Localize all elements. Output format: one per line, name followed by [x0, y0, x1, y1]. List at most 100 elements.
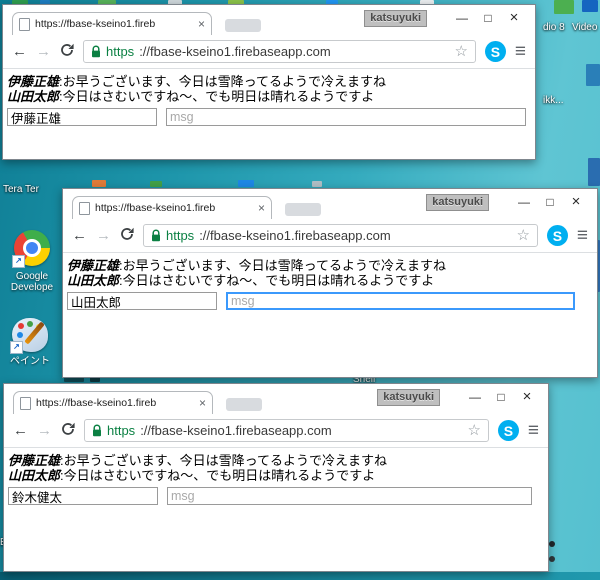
browser-tab[interactable]: https://fbase-kseino1.fireb × — [72, 196, 272, 219]
forward-button[interactable]: → — [36, 44, 51, 59]
maximize-button[interactable]: □ — [537, 192, 563, 212]
new-tab-button[interactable] — [285, 203, 321, 216]
reload-button[interactable] — [61, 422, 75, 439]
browser-toolbar: ← → https ://fbase-kseino1.firebaseapp.co… — [3, 35, 535, 69]
desktop-label-studio: dio 8 — [543, 22, 565, 33]
desktop-icon-fragment — [312, 181, 322, 187]
url-scheme: https — [106, 44, 135, 59]
browser-window-3: https://fbase-kseino1.fireb × katsuyuki … — [3, 383, 549, 572]
chat-text: 今日はさむいですね～、でも明日は晴れるようですよ — [63, 468, 376, 483]
desktop: Tera Ter ↗ Google Develope ↗ ペイント Shell … — [0, 0, 600, 580]
tab-title: https://fbase-kseino1.fireb — [35, 18, 156, 30]
desktop-icon-fragment — [588, 158, 600, 186]
back-button[interactable]: ← — [13, 423, 28, 438]
minimize-button[interactable]: — — [449, 8, 475, 28]
bookmark-star-icon[interactable]: ☆ — [516, 228, 529, 243]
chat-text: お早うございます、今日は雪降ってるようで冷えますね — [62, 74, 386, 89]
browser-tab[interactable]: https://fbase-kseino1.fireb × — [12, 12, 212, 35]
back-button[interactable]: ← — [72, 228, 87, 243]
chrome-shortcut-icon[interactable]: ↗ — [12, 230, 50, 268]
skype-extension-icon[interactable]: S — [484, 41, 506, 62]
https-lock-icon — [152, 229, 160, 242]
tab-close-icon[interactable]: × — [199, 397, 206, 409]
page-content: 伊藤正雄:お早うございます、今日は雪降ってるようで冷えますね 山田太郎:今日はさ… — [3, 69, 535, 126]
new-tab-button[interactable] — [225, 19, 261, 32]
minimize-button[interactable]: — — [511, 192, 537, 212]
address-bar[interactable]: https ://fbase-kseino1.firebaseapp.com ☆ — [143, 224, 538, 247]
chat-message: 山田太郎:今日はさむいですね～、でも明日は晴れるようですよ — [67, 273, 593, 288]
message-input[interactable] — [167, 487, 532, 505]
bookmark-star-icon[interactable]: ☆ — [467, 423, 480, 438]
tab-close-icon[interactable]: × — [198, 18, 205, 30]
page-favicon-icon — [19, 17, 30, 31]
page-content: 伊藤正雄:お早うございます、今日は雪降ってるようで冷えますね 山田太郎:今日はさ… — [4, 448, 548, 505]
close-button[interactable]: × — [514, 387, 540, 407]
user-badge: katsuyuki — [377, 388, 440, 406]
user-badge: katsuyuki — [364, 9, 427, 27]
skype-extension-icon[interactable]: S — [546, 225, 568, 246]
chat-sender: 山田太郎 — [7, 89, 60, 104]
skype-extension-icon[interactable]: S — [497, 420, 519, 441]
desktop-label-line: Develope — [10, 282, 54, 293]
chat-message: 伊藤正雄:お早うございます、今日は雪降ってるようで冷えますね — [8, 453, 544, 468]
titlebar[interactable]: https://fbase-kseino1.fireb × katsuyuki … — [63, 189, 597, 219]
desktop-bottom-strip — [0, 572, 600, 580]
name-input[interactable] — [7, 108, 157, 126]
bookmark-star-icon[interactable]: ☆ — [454, 44, 467, 59]
chrome-menu-icon[interactable]: ≡ — [528, 421, 539, 440]
titlebar[interactable]: https://fbase-kseino1.fireb × katsuyuki … — [4, 384, 548, 414]
url-scheme: https — [166, 228, 195, 243]
maximize-button[interactable]: □ — [488, 387, 514, 407]
desktop-label-line: Google — [15, 271, 49, 282]
desktop-icon-fragment — [150, 181, 162, 187]
new-tab-button[interactable] — [226, 398, 262, 411]
browser-window-1: https://fbase-kseino1.fireb × katsuyuki … — [2, 4, 536, 160]
chrome-menu-icon[interactable]: ≡ — [515, 42, 526, 61]
name-input[interactable] — [67, 292, 217, 310]
browser-tab[interactable]: https://fbase-kseino1.fireb × — [13, 391, 213, 414]
forward-button[interactable]: → — [37, 423, 52, 438]
page-favicon-icon — [20, 396, 31, 410]
maximize-button[interactable]: □ — [475, 8, 501, 28]
desktop-label-video: Video — [572, 22, 598, 33]
reload-icon — [121, 227, 134, 240]
titlebar[interactable]: https://fbase-kseino1.fireb × katsuyuki … — [3, 5, 535, 35]
tab-close-icon[interactable]: × — [258, 202, 265, 214]
desktop-icon-fragment — [549, 541, 555, 547]
chat-message: 山田太郎:今日はさむいですね～、でも明日は晴れるようですよ — [8, 468, 544, 483]
message-input[interactable] — [166, 108, 526, 126]
reload-button[interactable] — [120, 227, 134, 244]
browser-window-2: https://fbase-kseino1.fireb × katsuyuki … — [62, 188, 598, 378]
message-input[interactable] — [226, 292, 575, 310]
page-content: 伊藤正雄:お早うございます、今日は雪降ってるようで冷えますね 山田太郎:今日はさ… — [63, 253, 597, 310]
close-button[interactable]: × — [501, 8, 527, 28]
desktop-label-ikk: ikk... — [543, 95, 564, 106]
chat-text: お早うございます、今日は雪降ってるようで冷えますね — [63, 453, 387, 468]
address-bar[interactable]: https://fbase-kseino1.firebaseapp.com ☆ — [84, 419, 489, 442]
browser-toolbar: ← → https ://fbase-kseino1.firebaseapp.co… — [63, 219, 597, 253]
name-input[interactable] — [8, 487, 158, 505]
forward-button[interactable]: → — [96, 228, 111, 243]
tab-title: https://fbase-kseino1.fireb — [36, 397, 157, 409]
user-badge: katsuyuki — [426, 193, 489, 211]
reload-button[interactable] — [60, 43, 74, 60]
back-button[interactable]: ← — [12, 44, 27, 59]
page-favicon-icon — [79, 201, 90, 215]
chat-sender: 伊藤正雄 — [8, 453, 61, 468]
minimize-button[interactable]: — — [462, 387, 488, 407]
url-text: ://fbase-kseino1.firebaseapp.com — [139, 44, 331, 59]
address-bar[interactable]: https ://fbase-kseino1.firebaseapp.com ☆ — [83, 40, 476, 63]
url-text: ://fbase-kseino1.firebaseapp.com — [199, 228, 391, 243]
chat-text: 今日はさむいですね～、でも明日は晴れるようですよ — [62, 89, 375, 104]
desktop-icon-fragment — [92, 180, 106, 187]
chrome-menu-icon[interactable]: ≡ — [577, 226, 588, 245]
desktop-icon-fragment — [549, 556, 555, 562]
desktop-label-google-developer: Google Develope — [2, 271, 62, 293]
desktop-label-line: ペイント — [10, 356, 50, 367]
close-button[interactable]: × — [563, 192, 589, 212]
shortcut-arrow-icon: ↗ — [12, 255, 25, 268]
paint-shortcut-icon[interactable]: ↗ — [10, 318, 48, 354]
chat-message: 山田太郎:今日はさむいですね～、でも明日は晴れるようですよ — [7, 89, 531, 104]
chat-text: 今日はさむいですね～、でも明日は晴れるようですよ — [122, 273, 435, 288]
https-lock-icon — [92, 45, 100, 58]
